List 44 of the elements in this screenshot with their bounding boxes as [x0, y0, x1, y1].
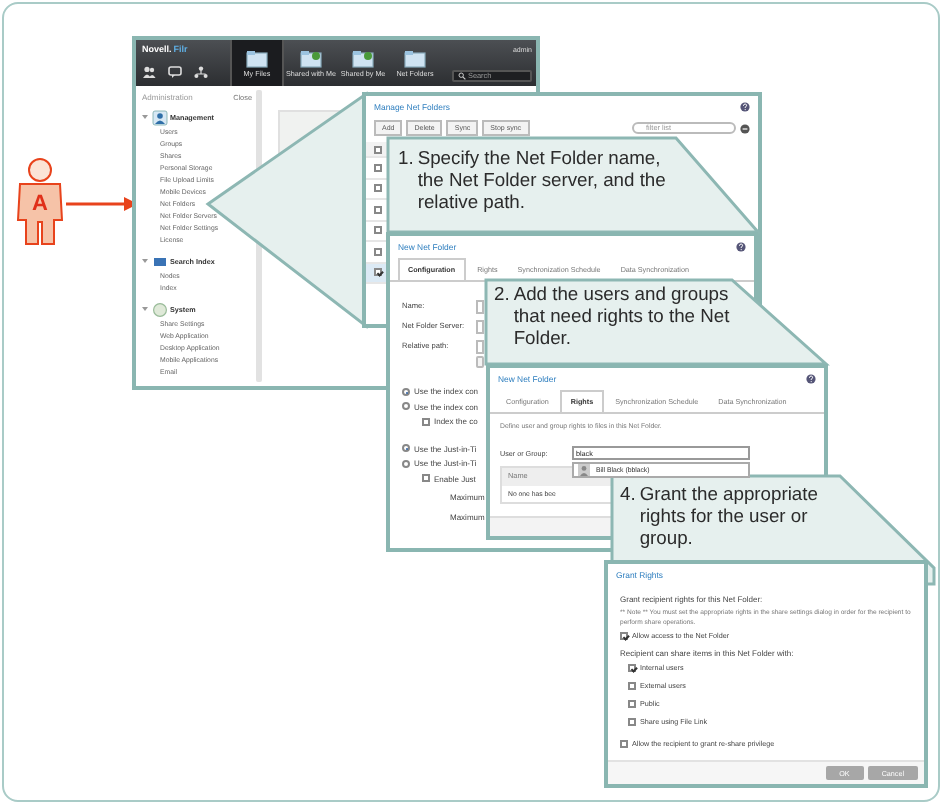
- checkbox[interactable]: [628, 664, 636, 673]
- radio-button[interactable]: [402, 444, 410, 453]
- user-icon: [151, 109, 167, 125]
- checkbox[interactable]: [628, 700, 636, 709]
- caret-icon[interactable]: [142, 306, 148, 312]
- checkbox[interactable]: [628, 718, 636, 727]
- radio-button[interactable]: [402, 402, 410, 411]
- checkbox[interactable]: [374, 226, 382, 235]
- monitor-icon: [151, 253, 167, 269]
- checkbox[interactable]: [620, 740, 628, 749]
- checkbox[interactable]: [374, 247, 382, 256]
- checkbox[interactable]: [374, 184, 382, 193]
- folder-icon: [404, 49, 426, 67]
- step-text: Grant the appropriate rights for the user or group.: [639, 482, 820, 548]
- avatar-icon: [578, 464, 590, 476]
- shared-folder-icon: [300, 49, 322, 67]
- help-icon[interactable]: [740, 101, 750, 111]
- step-number: 1.: [398, 146, 414, 172]
- search-icon: [458, 72, 466, 80]
- step-number: 4.: [620, 482, 636, 508]
- checkbox[interactable]: [628, 682, 636, 691]
- checkbox[interactable]: [422, 417, 430, 426]
- checkbox[interactable]: [374, 163, 382, 172]
- step-text: Specify the Net Folder name, the Net Folder server, and the relative path.: [417, 146, 668, 212]
- help-icon[interactable]: [806, 373, 816, 383]
- clear-icon[interactable]: [740, 123, 750, 133]
- chat-icon[interactable]: [168, 66, 182, 78]
- radio-button[interactable]: [402, 459, 410, 468]
- person-label: A: [32, 192, 48, 216]
- checkbox[interactable]: [620, 632, 628, 641]
- checkbox[interactable]: [422, 474, 430, 483]
- person-icon: [16, 158, 64, 245]
- people-icon[interactable]: [142, 66, 156, 78]
- arrow: [66, 196, 138, 212]
- radio-button[interactable]: [402, 387, 410, 396]
- help-icon[interactable]: [736, 241, 746, 251]
- checkbox[interactable]: [374, 205, 382, 214]
- step-number: 2.: [494, 282, 510, 308]
- checkbox[interactable]: [374, 268, 382, 277]
- checkbox[interactable]: [374, 145, 382, 153]
- folder-icon: [246, 49, 268, 67]
- caret-icon[interactable]: [142, 258, 148, 264]
- caret-icon[interactable]: [142, 114, 148, 120]
- step-text: Add the users and groups that need rights to the Net Folder.: [513, 282, 732, 348]
